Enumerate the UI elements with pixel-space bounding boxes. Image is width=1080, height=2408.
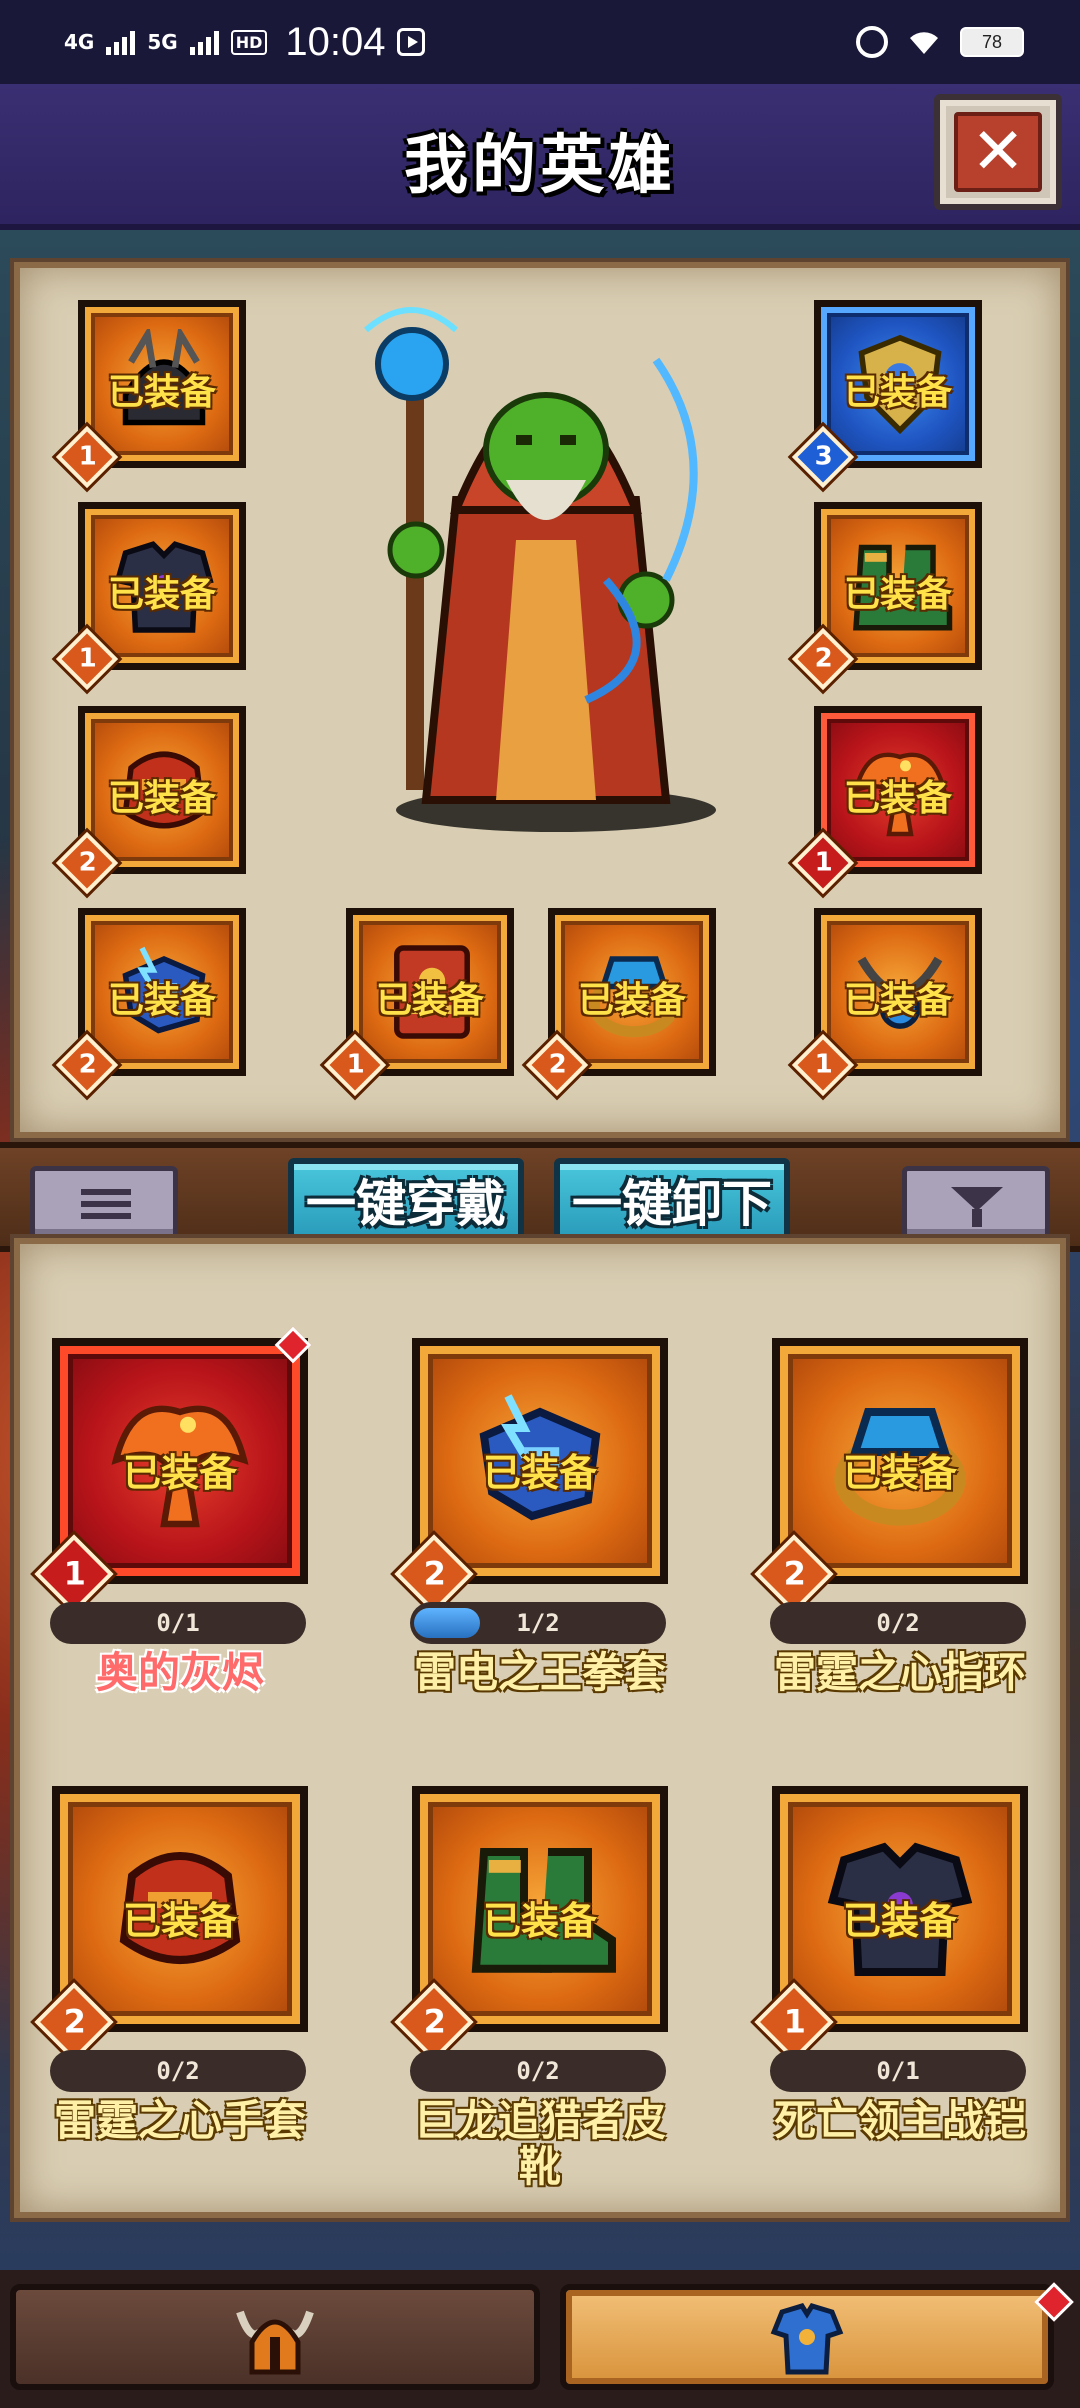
level-value: 1	[814, 847, 833, 878]
hd-voice-icon: HD	[230, 29, 268, 55]
level-value: 1	[783, 2002, 806, 2041]
network-4g: 4G	[64, 30, 95, 54]
equipped-tag: 已装备	[107, 372, 216, 413]
header: 我的英雄 ✕	[0, 84, 1080, 230]
equipped-slot[interactable]: 已装备 1	[55, 502, 246, 691]
equipped-slot[interactable]: 已装备 1	[791, 706, 982, 895]
equipped-tag: 已装备	[577, 980, 686, 1021]
level-value: 2	[78, 1049, 97, 1080]
equipped-tag: 已装备	[122, 1451, 237, 1495]
progress-text: 1/2	[516, 1609, 560, 1637]
close-icon: ✕	[954, 112, 1042, 192]
shard-progress-bar: 0/2	[50, 2050, 306, 2092]
clock: 10:04	[285, 19, 386, 64]
item-frame[interactable]: 已装备 2	[394, 1338, 668, 1614]
level-value: 2	[423, 1554, 446, 1593]
level-value: 3	[814, 441, 833, 472]
equipped-tag: 已装备	[842, 1899, 957, 1943]
equipped-tag: 已装备	[842, 1451, 957, 1495]
item-frame[interactable]: 已装备 2	[394, 1786, 668, 2062]
item-name: 雷电之王拳套	[413, 1648, 666, 1697]
equipped-slot[interactable]: 已装备 2	[791, 502, 982, 691]
inventory-item-card[interactable]: 已装备 2 0/2 雷霆之心手套	[34, 1786, 312, 2206]
status-bar: 4G 5G HD 10:04 78	[0, 0, 1080, 84]
shard-progress-bar: 1/2	[410, 1602, 666, 1644]
hero-goblin-mage	[364, 307, 716, 832]
equipped-slot[interactable]: 已装备 2	[55, 706, 246, 895]
alarm-icon	[856, 26, 888, 58]
level-value: 1	[814, 1049, 833, 1080]
equipped-slot[interactable]: 已装备 1	[323, 908, 514, 1097]
item-name: 雷霆之心手套	[53, 2096, 306, 2145]
progress-text: 0/1	[156, 1609, 200, 1637]
item-frame[interactable]: 已装备 2	[754, 1338, 1028, 1614]
battery-indicator: 78	[960, 27, 1024, 57]
item-name: 奥的灰烬	[95, 1648, 264, 1697]
item-frame[interactable]: 已装备 1	[754, 1786, 1028, 2062]
equipped-tag: 已装备	[107, 574, 216, 615]
equipped-tag: 已装备	[843, 372, 952, 413]
level-value: 1	[78, 643, 97, 674]
level-value: 1	[63, 1554, 86, 1593]
level-value: 2	[78, 847, 97, 878]
item-name: 雷霆之心指环	[773, 1648, 1026, 1697]
tab-equipment[interactable]	[560, 2284, 1054, 2390]
progress-text: 0/2	[516, 2057, 560, 2085]
inventory-item-card[interactable]: 已装备 2 0/2 雷霆之心指环	[754, 1338, 1032, 1758]
bottom-tab-bar	[0, 2270, 1080, 2408]
item-frame[interactable]: 已装备 2	[34, 1786, 308, 2062]
level-value: 2	[783, 1554, 806, 1593]
level-value: 2	[423, 2002, 446, 2041]
filter-icon	[951, 1187, 1003, 1227]
shard-progress-bar: 0/2	[770, 1602, 1026, 1644]
equipped-slot[interactable]: 已装备 3	[791, 300, 982, 489]
list-view-button[interactable]	[30, 1166, 178, 1240]
filter-button[interactable]	[902, 1166, 1050, 1240]
progress-text: 0/1	[876, 2057, 920, 2085]
inventory-item-card[interactable]: 已装备 2 0/2 巨龙追猎者皮靴	[394, 1786, 672, 2206]
list-icon	[81, 1189, 131, 1219]
level-value: 2	[814, 643, 833, 674]
item-name: 死亡领主战铠	[773, 2096, 1026, 2145]
armor-icon	[770, 2303, 844, 2375]
item-frame[interactable]: 已装备 1	[34, 1338, 308, 1614]
viking-helmet-icon	[236, 2310, 314, 2375]
page-title: 我的英雄	[404, 129, 676, 203]
inventory-item-card[interactable]: 已装备 2 1/2 雷电之王拳套	[394, 1338, 672, 1758]
equipped-tag: 已装备	[482, 1451, 597, 1495]
tab-hero[interactable]	[10, 2284, 540, 2390]
equipped-slot[interactable]: 已装备 2	[55, 908, 246, 1097]
signal-icon	[106, 29, 136, 55]
level-value: 2	[548, 1049, 567, 1080]
equipped-tag: 已装备	[843, 778, 952, 819]
equipped-tag: 已装备	[107, 778, 216, 819]
equipped-tag: 已装备	[107, 980, 216, 1021]
progress-text: 0/2	[156, 2057, 200, 2085]
item-name: 巨龙追猎者皮靴	[413, 2096, 666, 2191]
equipped-tag: 已装备	[482, 1899, 597, 1943]
shard-progress-bar: 0/2	[410, 2050, 666, 2092]
network-5g: 5G	[147, 30, 178, 54]
equipped-tag: 已装备	[843, 980, 952, 1021]
equipped-slot[interactable]: 已装备 1	[791, 908, 982, 1097]
shard-progress-bar: 0/1	[770, 2050, 1026, 2092]
equipped-slot[interactable]: 已装备 1	[55, 300, 246, 489]
level-value: 2	[63, 2002, 86, 2041]
inventory-item-card[interactable]: 已装备 1 0/1 死亡领主战铠	[754, 1786, 1032, 2206]
shard-progress-bar: 0/1	[50, 1602, 306, 1644]
close-button[interactable]: ✕	[934, 94, 1062, 210]
level-value: 1	[78, 441, 97, 472]
equipped-tag: 已装备	[122, 1899, 237, 1943]
equipped-tag: 已装备	[843, 574, 952, 615]
action-toolbar: 一键穿戴 一键卸下	[0, 1142, 1080, 1252]
media-play-icon	[397, 28, 426, 56]
equipped-slot[interactable]: 已装备 2	[525, 908, 716, 1097]
inventory-item-card[interactable]: 已装备 1 0/1 奥的灰烬	[34, 1326, 312, 1758]
wifi-icon	[910, 32, 938, 54]
signal-icon-2	[189, 29, 219, 55]
equipped-tag: 已装备	[375, 980, 484, 1021]
progress-text: 0/2	[876, 1609, 920, 1637]
level-value: 1	[346, 1049, 365, 1080]
